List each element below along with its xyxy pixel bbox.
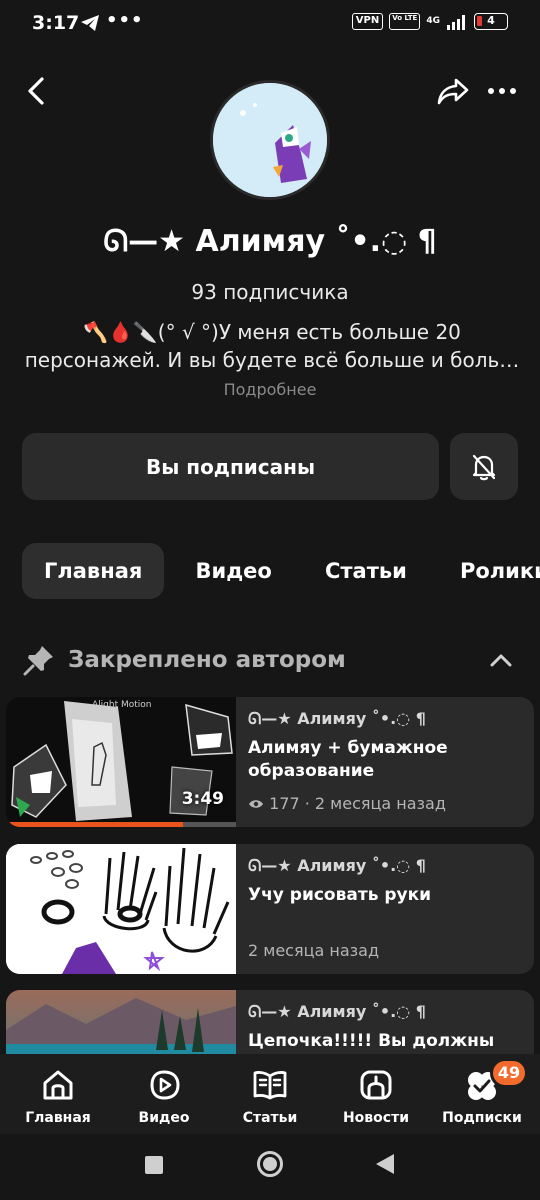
channel-name: ᘏ—★ Алимяу ˚•.◌ ¶	[103, 224, 437, 259]
views-eye-icon	[249, 800, 263, 808]
recents-square-icon[interactable]	[144, 1155, 164, 1175]
pinned-section-header[interactable]: Закреплено автором	[22, 640, 518, 680]
subscribed-button[interactable]: Вы подписаны	[22, 433, 439, 500]
status-bar: 3:17 ••• VPN Vo LTE 4G 4	[0, 0, 540, 48]
channel-description[interactable]: 🪓🩸🔪(° √ °)У меня есть больше 20 персонаж…	[22, 318, 522, 374]
tab-home[interactable]: Главная	[22, 543, 165, 599]
avatar-image	[213, 83, 327, 197]
card-meta: 2 месяца назад	[248, 941, 379, 960]
more-options-icon[interactable]	[486, 76, 518, 106]
tab-articles[interactable]: Статьи	[303, 543, 429, 599]
more-notifications-icon: •••	[106, 10, 144, 31]
card-author[interactable]: ᘏ—★ Алимяу ˚•.◌ ¶	[248, 856, 528, 878]
system-navigation-bar	[0, 1134, 540, 1200]
pinned-section-title: Закреплено автором	[68, 647, 346, 673]
share-icon[interactable]	[436, 76, 470, 106]
tab-shorts[interactable]: Ролики	[438, 543, 540, 599]
video-duration: 3:49	[181, 789, 224, 809]
articles-icon	[253, 1071, 287, 1100]
vpn-icon: VPN	[351, 13, 384, 30]
tab-video[interactable]: Видео	[173, 543, 293, 599]
battery-icon: 4	[474, 13, 508, 30]
card-title[interactable]: Учу рисовать руки	[248, 884, 528, 907]
network-type: 4G	[426, 16, 440, 26]
back-triangle-icon[interactable]	[374, 1152, 396, 1176]
pin-icon	[23, 646, 53, 676]
video-icon	[150, 1070, 180, 1100]
card-author[interactable]: ᘏ—★ Алимяу ˚•.◌ ¶	[248, 1002, 528, 1024]
video-card[interactable]: Alight Motion 3:49 ᘏ—★ Алимяу ˚•.◌ ¶ Али…	[6, 697, 534, 827]
back-arrow-icon[interactable]	[22, 74, 52, 108]
card-meta-text: 2 месяца назад	[248, 941, 380, 960]
nav-subscriptions[interactable]: Подписки 49	[432, 1058, 532, 1126]
nav-label: Подписки	[442, 1110, 522, 1126]
chevron-up-icon[interactable]	[488, 648, 514, 672]
signal-icon	[447, 14, 465, 30]
watermark-text: Alight Motion	[92, 700, 152, 710]
news-icon	[360, 1070, 392, 1100]
bell-off-icon	[472, 454, 496, 480]
notifications-toggle-button[interactable]	[450, 433, 518, 500]
notification-badge: 49	[490, 1058, 528, 1088]
volte-icon: Vo LTE	[389, 13, 421, 30]
nav-label: Главная	[25, 1110, 91, 1126]
channel-tabs: Главная Видео Статьи Ролики	[22, 543, 540, 599]
watch-progress-bar	[6, 822, 184, 827]
nav-label: Видео	[138, 1110, 190, 1126]
video-card[interactable]: ᘏ—★ Алимяу ˚•.◌ ¶ Учу рисовать руки 2 ме…	[6, 844, 534, 974]
channel-avatar	[210, 80, 330, 200]
home-icon	[43, 1070, 73, 1100]
telegram-icon	[81, 15, 99, 31]
nav-label: Статьи	[242, 1110, 298, 1126]
subscriber-count: 93 подписчика	[191, 280, 349, 304]
nav-video[interactable]: Видео	[114, 1068, 214, 1126]
more-details-link[interactable]: Подробнее	[0, 380, 540, 399]
status-icons: VPN Vo LTE 4G 4	[351, 13, 508, 30]
nav-label: Новости	[342, 1110, 410, 1126]
card-title[interactable]: Цепочка!!!!! Вы должны	[248, 1030, 528, 1053]
card-meta-text: 177 · 2 месяца назад	[269, 794, 446, 813]
card-title[interactable]: Алимяу + бумажное образование	[248, 737, 528, 783]
nav-home[interactable]: Главная	[8, 1068, 108, 1126]
nav-articles[interactable]: Статьи	[220, 1068, 320, 1126]
clock: 3:17	[32, 12, 80, 34]
card-author[interactable]: ᘏ—★ Алимяу ˚•.◌ ¶	[248, 709, 528, 731]
video-thumbnail: Alight Motion 3:49	[6, 697, 236, 827]
bottom-navigation: Главная Видео Статьи Новости Подписки 49	[0, 1054, 540, 1134]
nav-news[interactable]: Новости	[326, 1068, 426, 1126]
home-circle-icon[interactable]	[256, 1150, 284, 1178]
card-meta: 177 · 2 месяца назад	[248, 794, 446, 813]
video-thumbnail	[6, 844, 236, 974]
subscribed-button-label: Вы подписаны	[145, 454, 316, 479]
